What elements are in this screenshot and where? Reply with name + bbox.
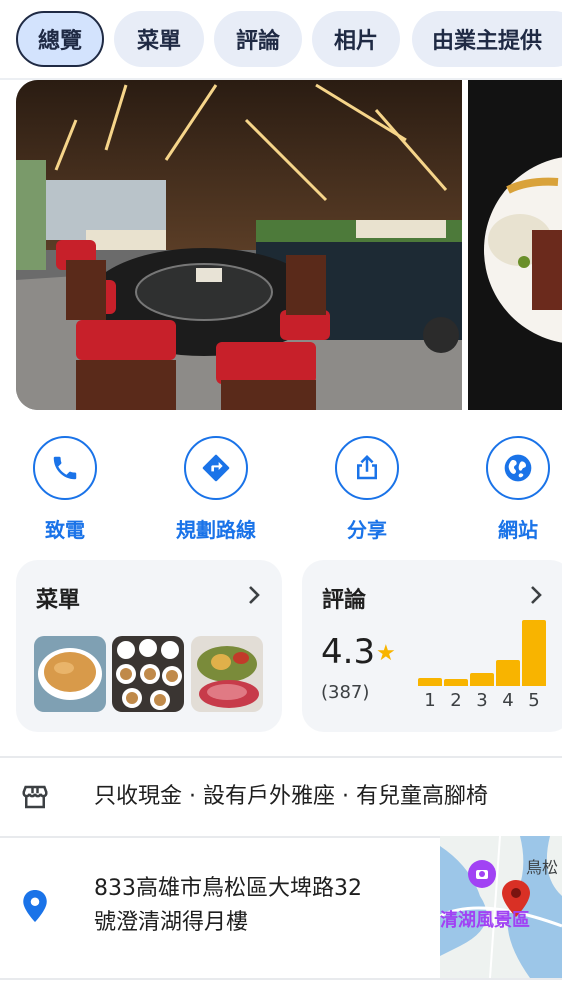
call-button[interactable]: 致電 bbox=[10, 436, 120, 543]
call-label: 致電 bbox=[45, 518, 85, 542]
chevron-right-icon bbox=[249, 586, 260, 604]
histogram-bar-2 bbox=[444, 679, 468, 686]
attributes-text: 只收現金 · 設有戶外雅座 · 有兒童高腳椅 bbox=[94, 784, 488, 809]
storefront-icon bbox=[22, 785, 48, 809]
website-label: 網站 bbox=[498, 518, 538, 542]
directions-icon bbox=[184, 436, 248, 500]
menu-photo-dishes[interactable] bbox=[112, 636, 184, 712]
histogram-bar-3 bbox=[470, 673, 494, 686]
histogram-bar-4 bbox=[496, 660, 520, 686]
tab-reviews[interactable]: 評論 bbox=[214, 11, 302, 67]
histogram-bar-5 bbox=[522, 620, 546, 686]
review-count: (387) bbox=[321, 682, 370, 703]
menu-card[interactable]: 菜單 bbox=[16, 560, 282, 732]
histogram-label-4: 4 bbox=[502, 690, 514, 711]
histogram-bar-1 bbox=[418, 678, 442, 686]
reviews-card-title: 評論 bbox=[322, 588, 367, 613]
histogram-label-2: 2 bbox=[450, 690, 462, 711]
globe-icon bbox=[486, 436, 550, 500]
share-icon bbox=[335, 436, 399, 500]
histogram-label-1: 1 bbox=[424, 690, 436, 711]
menu-photo-platter[interactable] bbox=[191, 636, 263, 712]
directions-button[interactable]: 規劃路線 bbox=[161, 436, 271, 543]
section-divider bbox=[0, 978, 562, 980]
restaurant-photo[interactable] bbox=[16, 80, 462, 410]
rating-value: 4.3 bbox=[321, 632, 376, 672]
map-label-park: 清湖風景區 bbox=[440, 910, 530, 931]
menu-photo-soup[interactable] bbox=[34, 636, 106, 712]
tab-overview[interactable]: 總覽 bbox=[16, 11, 104, 67]
tab-photos[interactable]: 相片 bbox=[312, 11, 400, 67]
histogram-label-5: 5 bbox=[528, 690, 540, 711]
histogram-label-3: 3 bbox=[476, 690, 488, 711]
mini-map[interactable]: 鳥松 清湖風景區 bbox=[440, 836, 562, 978]
food-photo[interactable] bbox=[468, 80, 562, 410]
menu-card-title: 菜單 bbox=[36, 588, 81, 613]
tab-from-owner[interactable]: 由業主提供 bbox=[412, 11, 562, 67]
address-line-1: 833高雄市鳥松區大埤路32 bbox=[94, 876, 362, 901]
share-label: 分享 bbox=[347, 518, 387, 542]
star-icon: ★ bbox=[376, 641, 396, 666]
share-button[interactable]: 分享 bbox=[312, 436, 422, 543]
map-label-district: 鳥松 bbox=[526, 858, 559, 877]
website-button[interactable]: 網站 bbox=[463, 436, 562, 543]
phone-icon bbox=[33, 436, 97, 500]
location-pin-icon bbox=[23, 890, 47, 922]
tab-bar: 總覽 菜單 評論 相片 由業主提供 bbox=[0, 0, 562, 80]
directions-label: 規劃路線 bbox=[176, 518, 256, 542]
chevron-right-icon bbox=[531, 586, 542, 604]
address-line-2: 號澄清湖得月樓 bbox=[94, 910, 249, 935]
attributes-row[interactable]: 只收現金 · 設有戶外雅座 · 有兒童高腳椅 bbox=[0, 758, 562, 836]
tab-menu[interactable]: 菜單 bbox=[114, 11, 204, 67]
